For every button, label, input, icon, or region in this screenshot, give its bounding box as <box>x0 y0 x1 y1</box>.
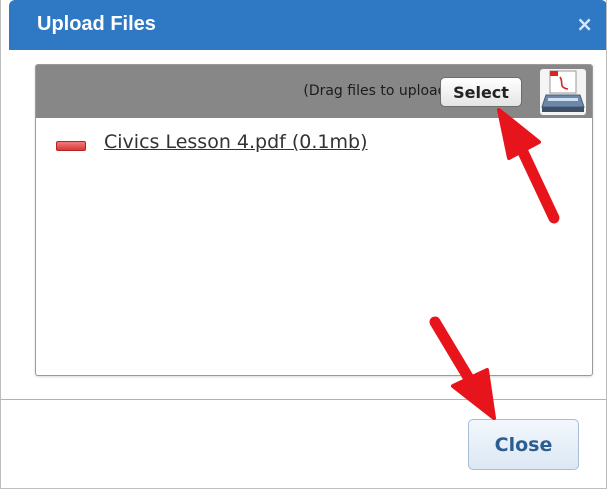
select-button[interactable]: Select <box>440 77 522 107</box>
close-icon[interactable]: × <box>576 14 593 34</box>
close-button[interactable]: Close <box>468 419 579 470</box>
drop-zone-bar[interactable]: (Drag files to upload) Select <box>36 65 592 118</box>
upload-files-dialog: Upload Files × (Drag files to upload) Se… <box>0 0 607 489</box>
dialog-title: Upload Files <box>37 13 156 35</box>
upload-panel: (Drag files to upload) Select Civics Les… <box>35 64 593 376</box>
dialog-titlebar: Upload Files × <box>9 0 606 50</box>
footer-divider <box>1 399 606 400</box>
file-link[interactable]: Civics Lesson 4.pdf (0.1mb) <box>104 131 368 153</box>
scanner-pdf-icon-graphic <box>541 70 585 112</box>
scanner-pdf-icon[interactable] <box>540 69 586 115</box>
drag-files-hint: (Drag files to upload) <box>303 83 452 99</box>
pdf-file-icon <box>56 141 86 151</box>
